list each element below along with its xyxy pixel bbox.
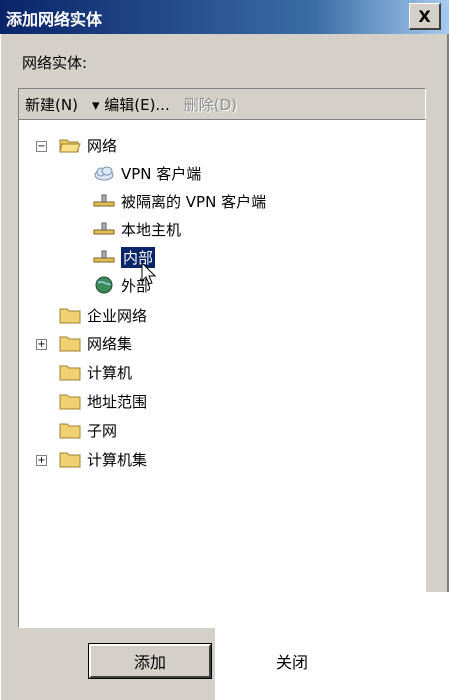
add-button[interactable]: 添加 xyxy=(88,643,212,679)
tree-node-address-ranges[interactable]: 地址范围 xyxy=(59,390,147,412)
close-button[interactable]: 关闭 xyxy=(231,644,353,678)
mouse-cursor-icon xyxy=(141,262,157,285)
collapse-icon[interactable]: − xyxy=(36,141,47,152)
tree-node-label: 企业网络 xyxy=(87,306,148,325)
network-segment-icon xyxy=(93,222,115,235)
tree-node-label: 计算机集 xyxy=(87,450,148,469)
folder-open-icon xyxy=(59,139,81,153)
expand-icon[interactable]: + xyxy=(36,455,47,466)
tree-node-label: 被隔离的 VPN 客户端 xyxy=(121,192,267,211)
tree-node-local-host[interactable]: 本地主机 xyxy=(93,218,181,240)
delete-button[interactable]: 删除(D) xyxy=(184,94,237,115)
tree-node-enterprise-networks[interactable]: 企业网络 xyxy=(59,304,147,326)
tree-node-subnets[interactable]: 子网 xyxy=(59,419,117,441)
network-segment-icon xyxy=(93,194,115,207)
tree-node-label: 本地主机 xyxy=(121,220,182,239)
folder-icon xyxy=(59,452,81,468)
expand-icon[interactable]: + xyxy=(36,339,47,350)
folder-icon xyxy=(59,336,81,352)
folder-icon xyxy=(59,394,81,410)
tree-node-computer-sets[interactable]: 计算机集 xyxy=(59,448,147,470)
network-segment-icon xyxy=(93,250,115,263)
network-entities-label: 网络实体: xyxy=(22,54,88,72)
tree-node-label: VPN 客户端 xyxy=(121,164,202,183)
title-bar: 添加网络实体 X xyxy=(0,0,449,34)
close-window-button[interactable]: X xyxy=(409,3,441,30)
folder-icon xyxy=(59,423,81,439)
entity-tree: − 网络 VPN 客户端 被隔离的 VPN 客户端 本地主机 内部 外部 企业网… xyxy=(18,120,426,628)
edit-menu-button[interactable]: ▾ 编辑(E)... xyxy=(92,94,170,115)
tree-node-label: 子网 xyxy=(87,421,118,440)
tree-node-label: 网络 xyxy=(87,136,118,155)
new-menu-button[interactable]: 新建(N) xyxy=(25,94,78,115)
tree-node-label: 地址范围 xyxy=(87,392,148,411)
tree-node-networks[interactable]: 网络 xyxy=(59,134,117,156)
close-button-label: 关闭 xyxy=(275,653,308,672)
tree-node-vpn-clients[interactable]: VPN 客户端 xyxy=(93,162,201,184)
add-button-label: 添加 xyxy=(133,653,166,672)
globe-icon xyxy=(95,276,113,294)
tree-node-quarantined-vpn[interactable]: 被隔离的 VPN 客户端 xyxy=(93,190,266,212)
folder-icon xyxy=(59,365,81,381)
close-icon: X xyxy=(418,6,431,26)
folder-icon xyxy=(59,308,81,324)
cloud-icon xyxy=(94,166,114,181)
tree-node-computers[interactable]: 计算机 xyxy=(59,361,132,383)
tree-node-label: 计算机 xyxy=(87,363,133,382)
toolbar: 新建(N) ▾ 编辑(E)... 删除(D) xyxy=(18,88,426,120)
tree-node-network-sets[interactable]: 网络集 xyxy=(59,332,132,354)
tree-node-label: 网络集 xyxy=(87,334,133,353)
window-title: 添加网络实体 xyxy=(6,10,103,29)
